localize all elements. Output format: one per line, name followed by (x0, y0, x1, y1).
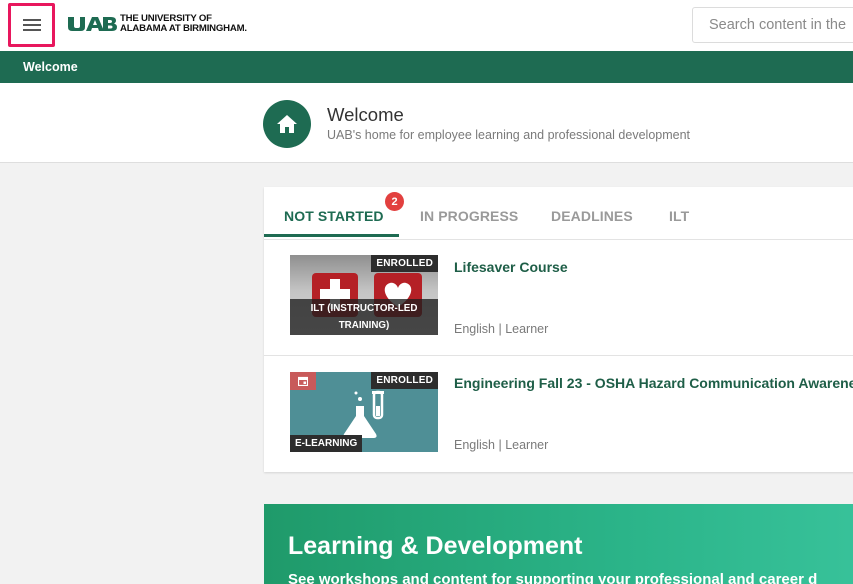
search-input[interactable] (692, 7, 853, 43)
course-thumbnail[interactable]: ENROLLED E-LEARNING (290, 372, 438, 452)
uab-logo-text: THE UNIVERSITY OF ALABAMA AT BIRMINGHAM. (120, 14, 247, 33)
course-meta: English | Learner (454, 438, 549, 452)
learning-development-banner: Learning & Development See workshops and… (264, 504, 853, 584)
page-title: Welcome (327, 104, 404, 125)
course-list-item[interactable]: ENROLLED E-LEARNING Engineering Fall 23 … (264, 356, 853, 472)
course-type-label: E-LEARNING (290, 435, 363, 452)
top-bar: THE UNIVERSITY OF ALABAMA AT BIRMINGHAM. (0, 0, 853, 51)
course-title[interactable]: Lifesaver Course (454, 259, 568, 275)
course-tabs: NOT STARTED 2 IN PROGRESS DEADLINES ILT (264, 187, 853, 240)
uab-logo-mark (67, 16, 117, 32)
course-title[interactable]: Engineering Fall 23 - OSHA Hazard Commun… (454, 375, 853, 391)
hamburger-icon (22, 19, 41, 31)
course-list-item[interactable]: ENROLLED ILT (INSTRUCTOR-LED TRAINING) L… (264, 240, 853, 356)
tab-not-started[interactable]: NOT STARTED (284, 208, 384, 224)
page-subtitle: UAB's home for employee learning and pro… (327, 128, 691, 142)
tab-in-progress[interactable]: IN PROGRESS (420, 208, 518, 224)
course-type-line1: ILT (INSTRUCTOR-LED (310, 303, 418, 314)
banner-title: Learning & Development (288, 532, 583, 560)
home-badge (263, 100, 311, 148)
enrolled-label: ENROLLED (371, 372, 438, 389)
nav-bar: Welcome (0, 51, 853, 83)
course-type-label: ILT (INSTRUCTOR-LED TRAINING) (290, 299, 438, 335)
uab-logo[interactable]: THE UNIVERSITY OF ALABAMA AT BIRMINGHAM. (67, 12, 247, 36)
course-type-line2: TRAINING) (338, 320, 390, 331)
enrolled-label: ENROLLED (371, 255, 438, 272)
banner-subtitle: See workshops and content for supporting… (288, 571, 818, 584)
not-started-count-badge: 2 (385, 192, 404, 211)
course-meta: English | Learner (454, 322, 549, 336)
hamburger-menu-button[interactable] (8, 3, 55, 47)
breadcrumb-welcome[interactable]: Welcome (23, 60, 78, 74)
my-courses-card: NOT STARTED 2 IN PROGRESS DEADLINES ILT … (264, 187, 853, 472)
course-thumbnail[interactable]: ENROLLED ILT (INSTRUCTOR-LED TRAINING) (290, 255, 438, 335)
tab-ilt[interactable]: ILT (669, 208, 689, 224)
active-tab-underline (264, 234, 399, 237)
home-icon (277, 115, 297, 133)
tab-deadlines[interactable]: DEADLINES (551, 208, 633, 224)
logo-text-line2: ALABAMA AT BIRMINGHAM. (120, 23, 247, 34)
welcome-header: Welcome UAB's home for employee learning… (0, 83, 853, 163)
